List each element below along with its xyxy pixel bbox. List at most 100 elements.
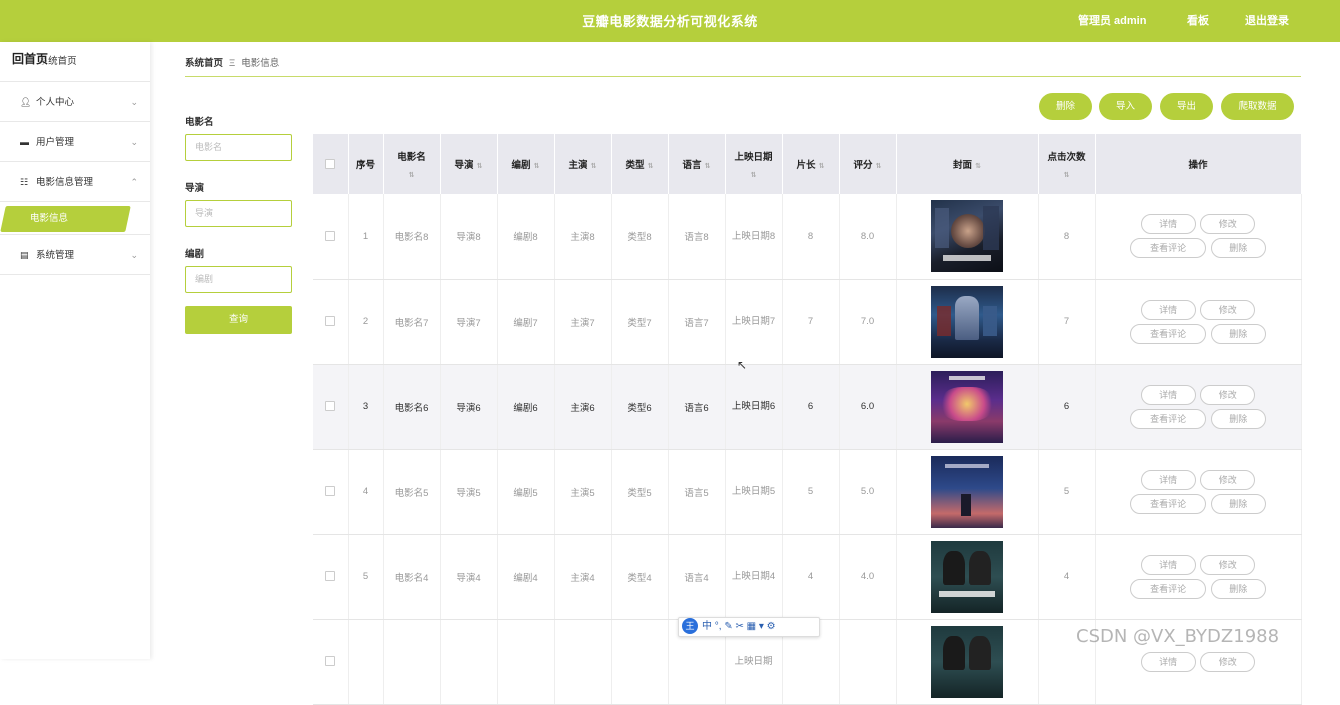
row-checkbox[interactable] — [325, 486, 336, 497]
column-header[interactable]: 片长 ⇅ — [782, 134, 840, 194]
delete-button[interactable]: 删除 — [1039, 93, 1092, 120]
edit-button[interactable]: 修改 — [1200, 651, 1256, 672]
cell-length: 8 — [782, 194, 840, 280]
dashboard-link[interactable]: 看板 — [1187, 0, 1209, 42]
admin-user-link[interactable]: 管理员 admin — [1078, 0, 1146, 42]
row-delete-button[interactable]: 删除 — [1210, 238, 1266, 259]
ime-toolbar[interactable]: 王中 °, ✎ ✂ ▦ ▾ ⚙ — [678, 617, 820, 637]
export-button[interactable]: 导出 — [1160, 93, 1213, 120]
view-comments-button[interactable]: 查看评论 — [1130, 238, 1207, 259]
sort-icon[interactable]: ⇅ — [726, 171, 782, 179]
detail-button[interactable]: 详情 — [1140, 384, 1196, 405]
table-row: 3 电影名6 导演6 编剧6 主演6 类型6 语言6 上映日期6 6 6.0 6… — [313, 364, 1302, 450]
writer-label: 编剧 — [185, 249, 205, 260]
edit-button[interactable]: 修改 — [1200, 554, 1256, 575]
column-header[interactable]: 点击次数 ⇅ — [1038, 134, 1096, 194]
sort-icon[interactable]: ⇅ — [1039, 171, 1095, 179]
row-delete-button[interactable]: 删除 — [1210, 408, 1266, 429]
column-header[interactable]: 主演 ⇅ — [554, 134, 612, 194]
column-header[interactable]: 评分 ⇅ — [839, 134, 897, 194]
edit-button[interactable]: 修改 — [1200, 214, 1256, 235]
sidebar: 回首页 系统首页 👤︎ 个人中心 ⌄ ▬ 用户管理 ⌄ ☷ 电影信息管理 ⌃ 电影信息… — [0, 42, 150, 659]
crawl-data-button[interactable]: 爬取数据 — [1221, 93, 1294, 120]
row-checkbox[interactable] — [325, 316, 336, 327]
cell-language: 语言8 — [668, 194, 726, 280]
edit-button[interactable]: 修改 — [1200, 299, 1256, 320]
column-header: 操作 — [1095, 134, 1302, 194]
detail-button[interactable]: 详情 — [1140, 469, 1196, 490]
sort-icon[interactable]: ⇅ — [534, 163, 540, 170]
cell-no: 5 — [348, 534, 384, 620]
sidebar-item-movie-management[interactable]: ☷ 电影信息管理 ⌃ — [0, 162, 150, 202]
breadcrumb-current: 电影信息 — [241, 58, 280, 69]
sidebar-item-users[interactable]: ▬ 用户管理 ⌄ — [0, 122, 150, 162]
column-header[interactable]: 语言 ⇅ — [668, 134, 726, 194]
column-header[interactable]: 类型 ⇅ — [611, 134, 669, 194]
edit-button[interactable]: 修改 — [1200, 469, 1256, 490]
column-header[interactable]: 导演 ⇅ — [440, 134, 498, 194]
detail-button[interactable]: 详情 — [1140, 651, 1196, 672]
sort-icon[interactable]: ⇅ — [975, 163, 981, 170]
view-comments-button[interactable]: 查看评论 — [1130, 323, 1207, 344]
breadcrumb-home[interactable]: 系统首页 — [185, 58, 223, 69]
poster-image[interactable] — [931, 370, 1003, 443]
poster-image[interactable] — [931, 200, 1003, 273]
movie-name-input[interactable]: 电影名 — [185, 134, 292, 161]
detail-button[interactable]: 详情 — [1140, 214, 1196, 235]
view-comments-button[interactable]: 查看评论 — [1130, 493, 1207, 514]
select-all-checkbox[interactable] — [325, 158, 336, 169]
logout-link[interactable]: 退出登录 — [1245, 0, 1289, 42]
cell-language: 语言4 — [668, 534, 726, 620]
column-header[interactable]: 封面 ⇅ — [896, 134, 1039, 194]
cell-score: 8.0 — [839, 194, 897, 280]
top-bar: 豆瓣电影数据分析可视化系统 管理员 admin 看板 退出登录 — [0, 0, 1340, 42]
column-header[interactable]: 电影名 ⇅ — [383, 134, 441, 194]
row-checkbox[interactable] — [325, 231, 336, 242]
sidebar-item-profile[interactable]: 👤︎ 个人中心 ⌄ — [0, 82, 150, 122]
table-row: 2 电影名7 导演7 编剧7 主演7 类型7 语言7 上映日期7 7 7.0 7… — [313, 279, 1302, 365]
cell-name: 电影名8 — [383, 194, 441, 280]
sidebar-subitem-movie-info[interactable]: 电影信息 — [0, 202, 150, 235]
cell-actions: 详情 修改 查看评论 删除 — [1095, 449, 1302, 535]
view-comments-button[interactable]: 查看评论 — [1130, 578, 1207, 599]
clipboard-icon: ▤ — [20, 250, 29, 260]
edit-button[interactable]: 修改 — [1200, 384, 1256, 405]
sort-icon[interactable]: ⇅ — [705, 163, 711, 170]
row-delete-button[interactable]: 删除 — [1210, 493, 1266, 514]
director-input[interactable]: 导演 — [185, 200, 292, 227]
detail-button[interactable]: 详情 — [1140, 554, 1196, 575]
cell-cover — [896, 619, 1039, 705]
cell-actor: 主演7 — [554, 279, 612, 365]
sort-icon[interactable]: ⇅ — [876, 163, 882, 170]
sort-icon[interactable]: ⇅ — [648, 163, 654, 170]
writer-input[interactable]: 编剧 — [185, 266, 292, 293]
grid-icon: ☷ — [20, 177, 29, 187]
sidebar-item-system[interactable]: ▤ 系统管理 ⌄ — [0, 235, 150, 275]
cell-cover — [896, 194, 1039, 280]
detail-button[interactable]: 详情 — [1140, 299, 1196, 320]
import-button[interactable]: 导入 — [1099, 93, 1152, 120]
column-header[interactable]: 上映日期 ⇅ — [725, 134, 783, 194]
row-delete-button[interactable]: 删除 — [1210, 578, 1266, 599]
cell-director: 导演7 — [440, 279, 498, 365]
sort-icon[interactable]: ⇅ — [819, 163, 825, 170]
poster-image[interactable] — [931, 455, 1003, 528]
cell-clicks: 6 — [1038, 364, 1096, 450]
search-form: 电影名 电影名 导演 导演 编剧 编剧 查询 — [185, 114, 292, 334]
cell-release-date: 上映日期4 — [725, 534, 783, 620]
sidebar-logo[interactable]: 回首页 — [12, 50, 49, 67]
row-checkbox[interactable] — [325, 401, 336, 412]
view-comments-button[interactable]: 查看评论 — [1130, 408, 1207, 429]
poster-image[interactable] — [931, 540, 1003, 613]
poster-image[interactable] — [931, 625, 1003, 698]
poster-image[interactable] — [931, 285, 1003, 358]
query-button[interactable]: 查询 — [185, 306, 292, 334]
column-header[interactable]: 编剧 ⇅ — [497, 134, 555, 194]
row-checkbox[interactable] — [325, 571, 336, 582]
row-delete-button[interactable]: 删除 — [1210, 323, 1266, 344]
cell-clicks: 7 — [1038, 279, 1096, 365]
sort-icon[interactable]: ⇅ — [384, 171, 440, 179]
sort-icon[interactable]: ⇅ — [477, 163, 483, 170]
sort-icon[interactable]: ⇅ — [591, 163, 597, 170]
row-checkbox[interactable] — [325, 656, 336, 667]
